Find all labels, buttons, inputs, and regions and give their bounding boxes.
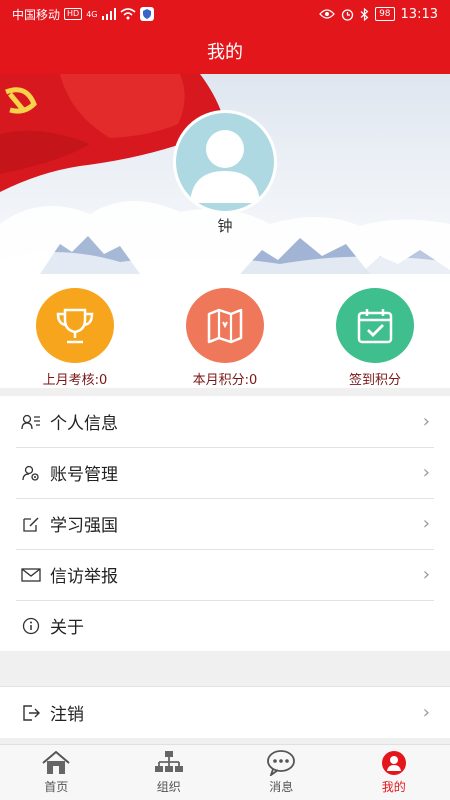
settings-menu: 个人信息 › 账号管理 › 学习强国 › 信访举报 › 关于: [0, 396, 450, 651]
carrier-label: 中国移动: [12, 7, 61, 22]
stat-monthly-points[interactable]: 本月积分:0: [150, 274, 300, 388]
user-avatar-icon: [190, 130, 260, 203]
trophy-icon: [56, 308, 94, 343]
clock: 13:13: [400, 6, 438, 22]
menu-item-xuexi-qiangguo[interactable]: 学习强国 ›: [0, 498, 450, 549]
map-icon: [207, 308, 243, 343]
menu-item-label: 个人信息: [50, 414, 118, 434]
nav-label: 消息: [269, 780, 294, 794]
home-icon: [42, 750, 70, 774]
user-gear-icon: [20, 462, 42, 484]
mail-icon: [20, 564, 42, 586]
nav-item-home[interactable]: 首页: [0, 745, 113, 800]
wifi-icon: [119, 8, 136, 20]
org-chart-icon: [154, 751, 183, 772]
logout-label: 注销: [50, 705, 84, 725]
stat-icon-circle: [336, 288, 414, 363]
stat-checkin-points[interactable]: 签到积分: [300, 274, 450, 388]
chevron-right-icon: ›: [422, 564, 430, 585]
stat-icon-circle: [36, 288, 114, 363]
nav-item-mine[interactable]: 我的: [338, 745, 450, 800]
stat-label: 本月积分:0: [192, 373, 258, 388]
chevron-right-icon: ›: [422, 411, 430, 432]
chevron-right-icon: ›: [422, 513, 430, 534]
status-bar: 中国移动 HD 4G 98 13:13: [0, 0, 450, 28]
shield-icon: [139, 7, 154, 21]
stat-icon-circle: [186, 288, 264, 363]
logout-button[interactable]: 注销 ›: [0, 686, 450, 738]
user-card-icon: [20, 411, 42, 433]
avatar[interactable]: [173, 110, 277, 214]
page-title: 我的: [207, 42, 243, 63]
calendar-check-icon: [357, 308, 393, 343]
nav-label: 首页: [44, 780, 69, 794]
bluetooth-icon: [360, 7, 369, 21]
menu-item-label: 学习强国: [50, 516, 118, 536]
bottom-nav: 首页 组织 消息 我的: [0, 744, 450, 800]
menu-item-personal-info[interactable]: 个人信息 ›: [0, 396, 450, 447]
user-name: 钟: [217, 217, 233, 235]
info-icon: [20, 615, 42, 637]
battery-indicator: 98: [375, 7, 395, 21]
stats-panel: 上月考核:0 本月积分:0 签到积分: [0, 274, 450, 388]
app-header: 我的: [0, 28, 450, 74]
profile-banner: 钟: [0, 74, 450, 274]
nav-item-messages[interactable]: 消息: [225, 745, 338, 800]
stat-label: 签到积分: [348, 373, 401, 388]
signal-icon: [101, 8, 116, 20]
logout-icon: [20, 702, 42, 724]
chat-icon: [267, 750, 296, 776]
menu-item-label: 关于: [50, 618, 84, 638]
menu-item-label: 账号管理: [50, 465, 118, 485]
edit-icon: [20, 513, 42, 535]
alarm-icon: [341, 8, 354, 21]
chevron-right-icon: ›: [422, 462, 430, 483]
nav-item-organization[interactable]: 组织: [113, 745, 226, 800]
menu-item-label: 信访举报: [50, 567, 118, 587]
menu-item-account-management[interactable]: 账号管理 ›: [0, 447, 450, 498]
eye-icon: [319, 9, 335, 19]
hd-badge: HD: [64, 8, 83, 20]
stat-label: 上月考核:0: [42, 373, 108, 388]
menu-item-petition-report[interactable]: 信访举报 ›: [0, 549, 450, 600]
user-icon: [381, 751, 406, 775]
network-type: 4G: [86, 9, 98, 19]
chevron-right-icon: ›: [422, 702, 430, 723]
nav-label: 我的: [381, 780, 406, 794]
menu-item-about[interactable]: 关于: [0, 600, 450, 651]
nav-label: 组织: [156, 780, 181, 794]
stat-last-month-assessment[interactable]: 上月考核:0: [0, 274, 150, 388]
